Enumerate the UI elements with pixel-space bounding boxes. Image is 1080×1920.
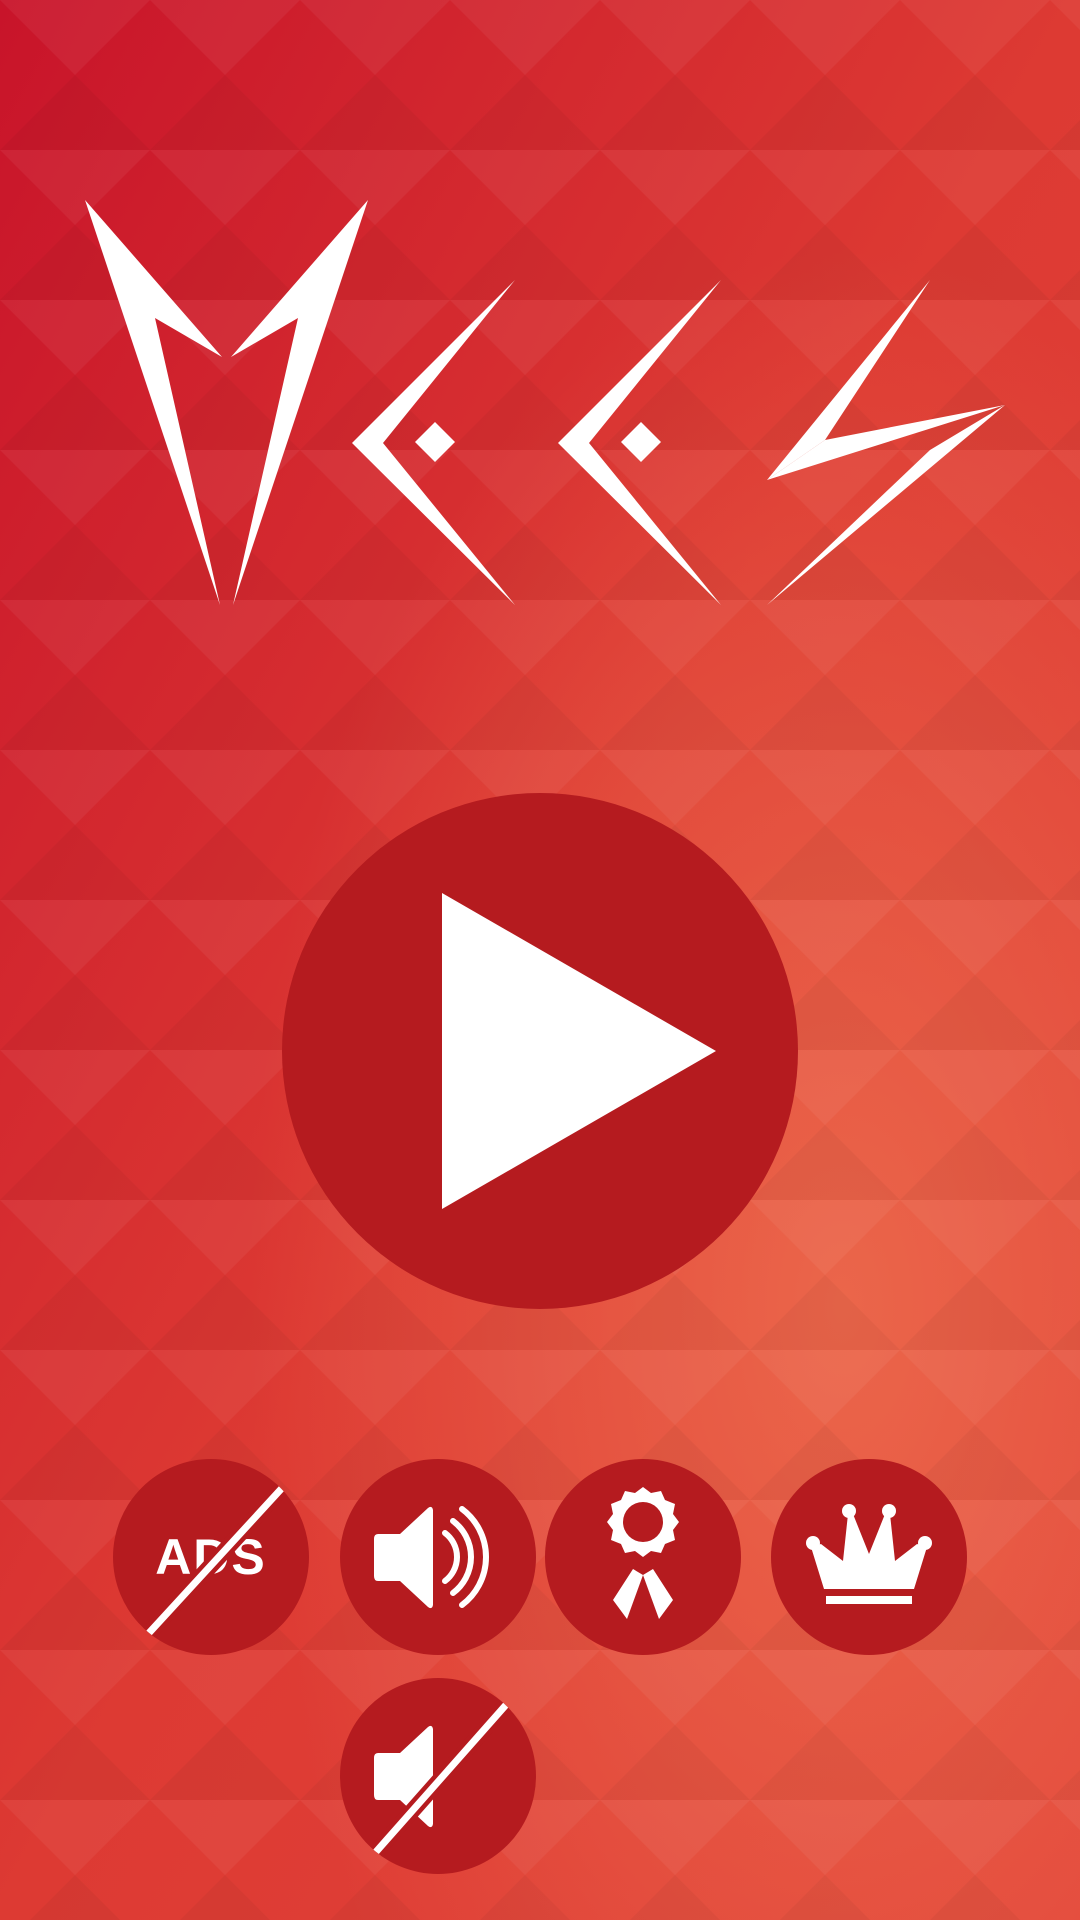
sound-on-button[interactable] <box>340 1459 536 1655</box>
sound-off-button[interactable] <box>340 1678 536 1874</box>
speaker-on-icon <box>374 1506 489 1609</box>
speaker-muted-icon <box>367 1698 513 1861</box>
logo-letter-e1 <box>352 280 515 605</box>
crown-icon <box>806 1504 932 1604</box>
leaderboard-button[interactable] <box>771 1459 967 1655</box>
play-button[interactable] <box>282 793 798 1309</box>
logo-letter-s <box>767 280 1005 605</box>
game-logo <box>85 200 1005 605</box>
main-menu-screen: ADS <box>0 0 1080 1920</box>
logo-letter-m <box>85 200 368 605</box>
no-ads-icon <box>140 1479 291 1642</box>
play-icon <box>442 893 716 1209</box>
remove-ads-button[interactable]: ADS <box>113 1459 309 1655</box>
award-badge-icon <box>607 1487 679 1619</box>
achievements-button[interactable] <box>545 1459 741 1655</box>
logo-letter-e2 <box>558 280 721 605</box>
